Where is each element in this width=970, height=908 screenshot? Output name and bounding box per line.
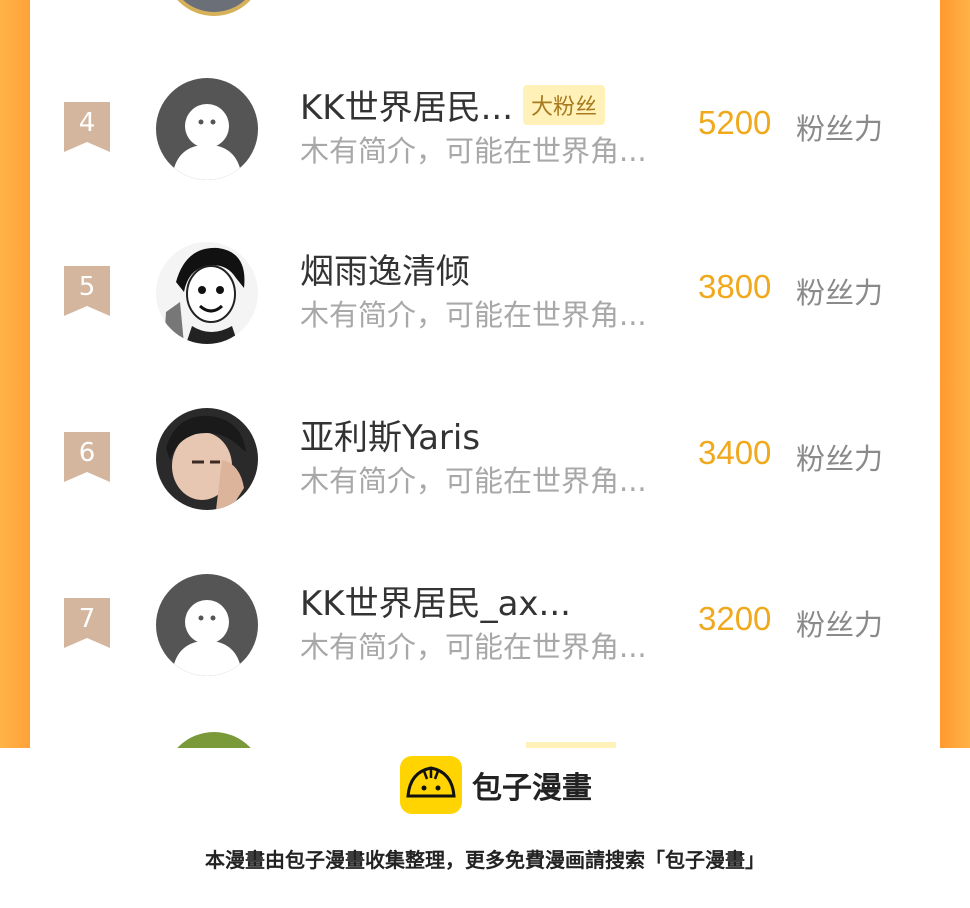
rank-number: 7 <box>78 604 96 634</box>
fan-power-score: 3200 <box>698 600 772 637</box>
name-line: 亚利斯Yaris <box>300 410 480 459</box>
ranking-row[interactable]: 5 烟雨逸清倾 木有简介，可能在世界角... 3800 粉丝力 <box>30 232 940 352</box>
user-name[interactable]: 亚利斯Yaris <box>300 410 480 459</box>
user-bio: 木有简介，可能在世界角... <box>300 298 647 332</box>
user-bio: 木有简介，可能在世界角... <box>300 464 647 498</box>
default-avatar-icon[interactable] <box>156 574 258 676</box>
rank-ribbon: 5 <box>64 266 110 316</box>
fan-power-unit: 粉丝力 <box>796 608 884 642</box>
user-name[interactable]: KK世界居民_ax... <box>300 576 571 625</box>
name-line: 烟雨逸清倾 <box>300 244 470 293</box>
bun-logo-icon <box>400 756 462 814</box>
user-name[interactable]: KK世界居民... <box>300 80 513 129</box>
fan-power-score: 5200 <box>698 104 772 141</box>
ranking-row[interactable]: 6 亚利斯Yaris 木有简介，可能在世界角... 3400 粉丝力 <box>30 398 940 518</box>
brand-name: 包子漫畫 <box>472 771 592 806</box>
watermark-footer: 包子漫畫 本漫畫由包子漫畫收集整理，更多免費漫画請搜索「包子漫畫」 <box>0 748 970 908</box>
name-line: KK世界居民_ax... <box>300 576 571 625</box>
name-line: KK世界居民... 大粉丝 <box>300 80 606 129</box>
user-bio: 木有简介，可能在世界角... <box>300 134 647 168</box>
default-avatar-icon[interactable] <box>156 78 258 180</box>
rank-ribbon: 7 <box>64 598 110 648</box>
fan-power-unit: 粉丝力 <box>796 442 884 476</box>
rank-ribbon: 6 <box>64 432 110 482</box>
user-bio: 木有简介，可能在世界角... <box>300 630 647 664</box>
rank-number: 6 <box>78 438 96 468</box>
footer-note: 本漫畫由包子漫畫收集整理，更多免費漫画請搜索「包子漫畫」 <box>205 848 765 872</box>
photo-avatar[interactable] <box>156 408 258 510</box>
rank-number: 4 <box>78 108 96 138</box>
previous-avatar-partial <box>164 0 264 16</box>
next-avatar-partial <box>164 732 264 748</box>
fan-power-unit: 粉丝力 <box>796 276 884 310</box>
brand-logo: 包子漫畫 <box>400 756 592 814</box>
manga-avatar[interactable] <box>156 242 258 344</box>
ranking-row[interactable]: 4 KK世界居民... 大粉丝 木有简介，可能在世界角... 5200 粉丝力 <box>30 68 940 188</box>
fan-ranking-list: 4 KK世界居民... 大粉丝 木有简介，可能在世界角... 5200 粉丝力 <box>30 0 940 748</box>
fan-power-score: 3800 <box>698 268 772 305</box>
rank-ribbon: 4 <box>64 102 110 152</box>
big-fan-badge: 大粉丝 <box>523 84 606 125</box>
fan-power-unit: 粉丝力 <box>796 112 884 146</box>
orange-frame: 4 KK世界居民... 大粉丝 木有简介，可能在世界角... 5200 粉丝力 <box>0 0 970 748</box>
user-name[interactable]: 烟雨逸清倾 <box>300 244 470 293</box>
fan-power-score: 3400 <box>698 434 772 471</box>
ranking-row[interactable]: 7 KK世界居民_ax... 木有简介，可能在世界角... 3200 粉丝力 <box>30 564 940 684</box>
rank-number: 5 <box>78 272 96 302</box>
